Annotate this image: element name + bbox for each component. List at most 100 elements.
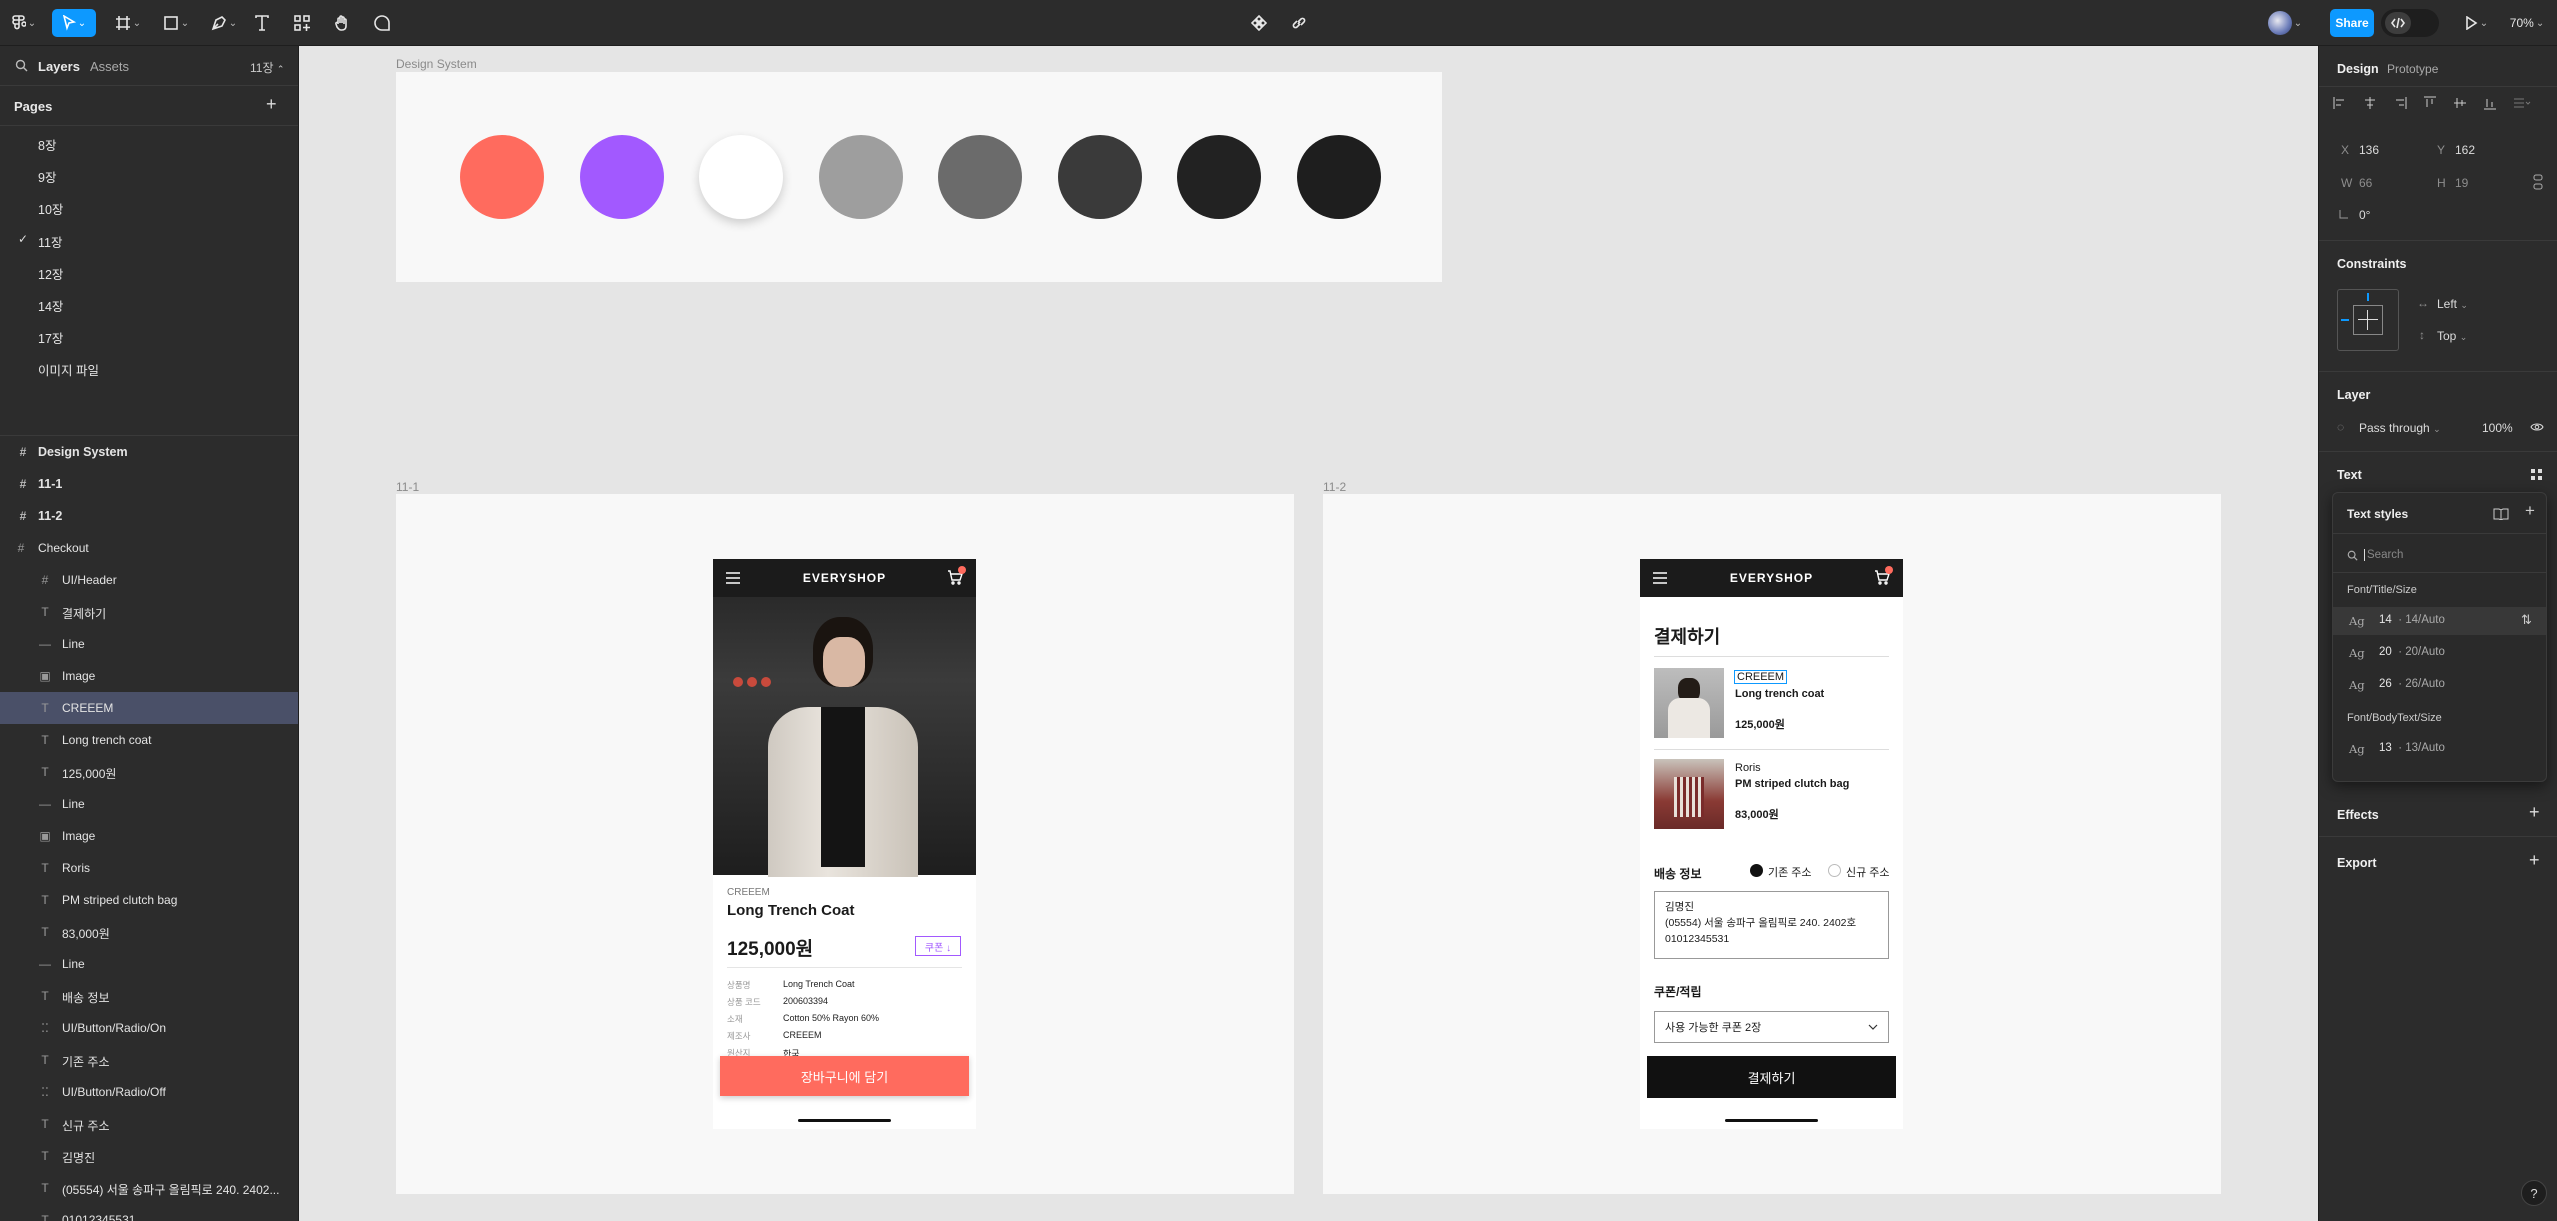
add-effect-icon[interactable]: + <box>2529 802 2540 823</box>
resources-button[interactable] <box>288 9 316 37</box>
main-menu-button[interactable]: ⌄ <box>8 9 40 37</box>
layer-item[interactable]: T 125,000원 <box>0 756 298 788</box>
frame-11-2[interactable]: EVERYSHOP 결제하기 CREEEM Long trench coat 1… <box>1323 494 2221 1194</box>
rotation-input[interactable]: 0° <box>2359 208 2370 222</box>
layer-item[interactable]: T 83,000원 <box>0 916 298 948</box>
layer-item[interactable]: T 신규 주소 <box>0 1108 298 1140</box>
x-input[interactable]: 136 <box>2359 143 2379 157</box>
align-left-icon[interactable] <box>2333 96 2347 110</box>
tab-design[interactable]: Design <box>2337 62 2379 76</box>
frame-tool-button[interactable]: ⌄ <box>108 9 148 37</box>
address-box[interactable]: 김명진 (05554) 서울 송파구 올림픽로 240. 2402호 01012… <box>1654 891 1889 959</box>
color-swatch[interactable]: #ffffff <box>699 135 783 219</box>
frame-item[interactable]: # Design System <box>0 436 298 468</box>
present-button[interactable]: ⌄ <box>2458 9 2494 37</box>
search-icon[interactable] <box>15 59 28 72</box>
layer-item[interactable]: — Line <box>0 788 298 820</box>
color-swatch[interactable]: #222222 <box>1177 135 1261 219</box>
design-system-frame[interactable]: #ff6b5e #a259ff #ffffff #9e9e9e #6b6b6b #3a3a… <box>396 72 1442 282</box>
constraint-horizontal-select[interactable]: Left ⌄ <box>2437 297 2468 311</box>
coupon-select[interactable]: 사용 가능한 쿠폰 2장 <box>1654 1011 1889 1043</box>
text-style-item[interactable]: Ag 26 · 26/Auto <box>2333 671 2546 699</box>
frame-item[interactable]: #11-1 <box>0 468 298 500</box>
add-export-icon[interactable]: + <box>2529 850 2540 871</box>
layer-item[interactable]: T 배송 정보 <box>0 980 298 1012</box>
layer-item[interactable]: T CREEEM <box>0 692 298 724</box>
layer-item[interactable]: ⁚⁚ UI/Button/Radio/On <box>0 1012 298 1044</box>
edit-style-icon[interactable]: ⇅ <box>2521 612 2532 628</box>
link-button[interactable] <box>1285 9 1313 37</box>
y-input[interactable]: 162 <box>2455 143 2475 157</box>
text-style-grid-icon[interactable] <box>2531 469 2542 480</box>
move-tool-button[interactable]: ⌄ <box>52 9 96 37</box>
pay-button[interactable]: 결제하기 <box>1647 1056 1896 1098</box>
align-center-v-icon[interactable] <box>2453 96 2467 110</box>
layer-item[interactable]: ⁚⁚ UI/Button/Radio/Off <box>0 1076 298 1108</box>
create-style-icon[interactable]: + <box>2525 501 2535 521</box>
color-swatch[interactable]: #ff6b5e <box>460 135 544 219</box>
layer-item[interactable]: # UI/Header <box>0 564 298 596</box>
color-swatch[interactable]: #1e1e1e <box>1296 135 1381 219</box>
align-right-icon[interactable] <box>2393 96 2407 110</box>
page-item[interactable]: 8장 <box>0 126 298 158</box>
comment-tool-button[interactable] <box>368 9 396 37</box>
tab-assets[interactable]: Assets <box>90 59 129 74</box>
text-tool-button[interactable] <box>248 9 276 37</box>
frame-label-11-2[interactable]: 11-2 <box>1323 480 1346 494</box>
opacity-input[interactable]: 100% <box>2482 421 2513 435</box>
page-item[interactable]: ✓ 11장 <box>0 223 298 255</box>
align-top-icon[interactable] <box>2423 96 2437 110</box>
align-center-h-icon[interactable] <box>2363 96 2377 110</box>
layer-item[interactable]: ▣ Image <box>0 820 298 852</box>
frame-item[interactable]: #11-2 <box>0 500 298 532</box>
height-input[interactable]: 19 <box>2455 176 2468 190</box>
frame-label-design-system[interactable]: Design System <box>396 57 477 71</box>
tab-prototype[interactable]: Prototype <box>2387 62 2438 76</box>
width-input[interactable]: 66 <box>2359 176 2372 190</box>
text-style-item[interactable]: Ag 13 · 13/Auto <box>2333 735 2546 763</box>
canvas[interactable]: Design System #ff6b5e #a259ff #ffffff #9e9e… <box>299 46 2318 1221</box>
style-search-input[interactable]: Search <box>2364 549 2403 561</box>
layer-item[interactable]: T PM striped clutch bag <box>0 884 298 916</box>
layer-item[interactable]: T 김명진 <box>0 1140 298 1172</box>
constraint-vertical-select[interactable]: Top ⌄ <box>2437 329 2467 343</box>
frame-11-1[interactable]: EVERYSHOP CREEEM Long Trench Coat 125,00… <box>396 494 1294 1194</box>
page-item[interactable]: 9장 <box>0 158 298 190</box>
dev-mode-toggle[interactable] <box>2381 9 2439 37</box>
pen-tool-button[interactable]: ⌄ <box>204 9 244 37</box>
layer-item[interactable]: # Checkout <box>0 532 298 564</box>
layer-item[interactable]: T 기존 주소 <box>0 1044 298 1076</box>
frame-label-11-1[interactable]: 11-1 <box>396 480 419 494</box>
page-item[interactable]: 17장 <box>0 319 298 351</box>
layer-item[interactable]: T Long trench coat <box>0 724 298 756</box>
coupon-download-button[interactable]: 쿠폰 ↓ <box>915 936 961 956</box>
add-page-icon[interactable]: + <box>266 94 277 115</box>
zoom-dropdown[interactable]: 70% ⌄ <box>2505 9 2549 37</box>
layer-item[interactable]: — Line <box>0 628 298 660</box>
page-item[interactable]: 12장 <box>0 255 298 287</box>
share-button[interactable]: Share <box>2330 9 2374 37</box>
layer-item[interactable]: T 결제하기 <box>0 596 298 628</box>
hand-tool-button[interactable] <box>328 9 356 37</box>
layer-item[interactable]: T 01012345531 <box>0 1204 298 1221</box>
layer-item[interactable]: — Line <box>0 948 298 980</box>
layer-item[interactable]: ▣ Image <box>0 660 298 692</box>
current-page-badge[interactable]: 11장 ⌃ <box>250 59 284 76</box>
constrain-proportions-icon[interactable] <box>2533 174 2543 190</box>
shape-tool-button[interactable]: ⌄ <box>156 9 196 37</box>
distribute-icon[interactable] <box>2513 96 2531 110</box>
constraints-widget[interactable] <box>2337 289 2399 351</box>
add-to-cart-button[interactable]: 장바구니에 담기 <box>720 1056 969 1096</box>
color-swatch[interactable]: #9e9e9e <box>818 135 903 219</box>
align-bottom-icon[interactable] <box>2483 96 2497 110</box>
page-item[interactable]: 10장 <box>0 190 298 222</box>
layer-item[interactable]: T (05554) 서울 송파구 올림픽로 240. 2402... <box>0 1172 298 1204</box>
radio-on[interactable] <box>1750 864 1763 877</box>
library-icon[interactable] <box>2493 507 2509 520</box>
help-button[interactable]: ? <box>2521 1180 2547 1206</box>
color-swatch[interactable]: #3a3a3a <box>1057 135 1142 219</box>
color-swatch[interactable]: #6b6b6b <box>938 135 1022 219</box>
radio-off[interactable] <box>1828 864 1841 877</box>
layer-item[interactable]: T Roris <box>0 852 298 884</box>
user-avatar-button[interactable]: ⌄ <box>2265 9 2305 37</box>
